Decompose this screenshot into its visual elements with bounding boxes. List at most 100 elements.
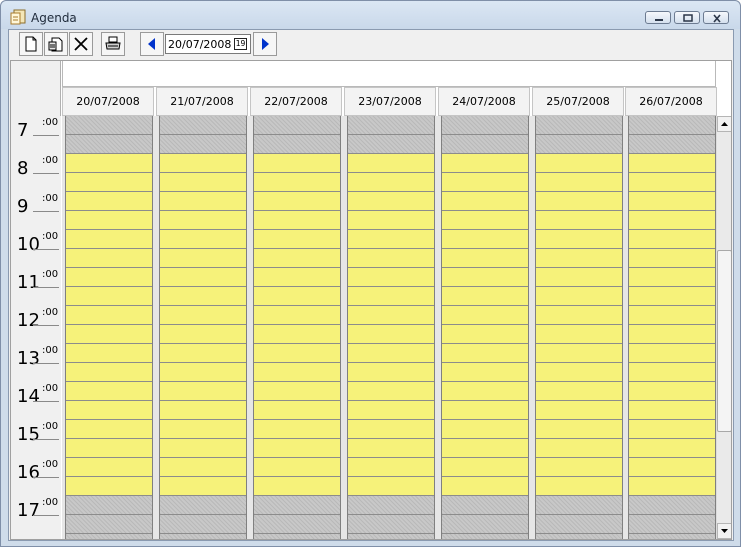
time-slot-off[interactable]	[160, 116, 246, 135]
time-slot-work[interactable]	[66, 192, 152, 211]
time-slot-work[interactable]	[348, 192, 434, 211]
time-slot-off[interactable]	[160, 534, 246, 539]
previous-week-button[interactable]	[140, 32, 164, 56]
time-slot-work[interactable]	[536, 344, 622, 363]
day-column[interactable]	[253, 116, 341, 539]
time-slot-work[interactable]	[536, 458, 622, 477]
time-slot-work[interactable]	[536, 173, 622, 192]
day-column[interactable]	[347, 116, 435, 539]
time-slot-work[interactable]	[160, 249, 246, 268]
time-slot-off[interactable]	[348, 515, 434, 534]
time-slot-work[interactable]	[348, 477, 434, 496]
time-slot-work[interactable]	[66, 154, 152, 173]
time-slot-off[interactable]	[629, 135, 715, 154]
time-slot-off[interactable]	[536, 496, 622, 515]
time-slot-off[interactable]	[348, 496, 434, 515]
day-header[interactable]: 24/07/2008	[438, 87, 530, 116]
time-slot-off[interactable]	[254, 116, 340, 135]
time-slot-work[interactable]	[536, 363, 622, 382]
time-slot-work[interactable]	[442, 287, 528, 306]
maximize-button[interactable]	[674, 11, 700, 24]
time-slot-work[interactable]	[629, 230, 715, 249]
next-week-button[interactable]	[253, 32, 277, 56]
day-header[interactable]: 21/07/2008	[156, 87, 248, 116]
time-slot-work[interactable]	[442, 363, 528, 382]
time-slot-work[interactable]	[536, 192, 622, 211]
time-slot-work[interactable]	[66, 268, 152, 287]
time-slot-off[interactable]	[629, 116, 715, 135]
time-slot-work[interactable]	[629, 458, 715, 477]
time-slot-work[interactable]	[629, 173, 715, 192]
day-header[interactable]: 23/07/2008	[344, 87, 436, 116]
calendar-icon[interactable]: 19	[234, 38, 247, 50]
time-slot-work[interactable]	[442, 306, 528, 325]
day-column[interactable]	[441, 116, 529, 539]
scroll-thumb[interactable]	[717, 250, 731, 432]
time-slot-work[interactable]	[629, 154, 715, 173]
day-column[interactable]	[159, 116, 247, 539]
time-slot-off[interactable]	[66, 116, 152, 135]
time-slot-work[interactable]	[66, 401, 152, 420]
new-appointment-button[interactable]	[19, 32, 43, 56]
time-slot-work[interactable]	[348, 230, 434, 249]
time-slot-work[interactable]	[66, 439, 152, 458]
time-slot-work[interactable]	[160, 458, 246, 477]
time-slot-work[interactable]	[160, 154, 246, 173]
time-slot-work[interactable]	[629, 363, 715, 382]
time-slot-off[interactable]	[160, 135, 246, 154]
time-slot-work[interactable]	[254, 268, 340, 287]
time-slot-work[interactable]	[254, 420, 340, 439]
time-slot-work[interactable]	[254, 154, 340, 173]
time-slot-work[interactable]	[348, 249, 434, 268]
edit-appointment-button[interactable]	[44, 32, 68, 56]
day-header[interactable]: 20/07/2008	[62, 87, 154, 116]
time-slot-work[interactable]	[442, 154, 528, 173]
time-slot-off[interactable]	[254, 496, 340, 515]
time-slot-work[interactable]	[348, 458, 434, 477]
time-slot-work[interactable]	[348, 325, 434, 344]
time-slot-work[interactable]	[254, 306, 340, 325]
time-slot-work[interactable]	[66, 249, 152, 268]
time-slot-work[interactable]	[160, 192, 246, 211]
time-slot-work[interactable]	[254, 211, 340, 230]
time-slot-work[interactable]	[442, 382, 528, 401]
time-slot-work[interactable]	[348, 363, 434, 382]
day-column[interactable]	[65, 116, 153, 539]
scroll-up-button[interactable]	[717, 116, 731, 132]
date-value[interactable]: 20/07/2008	[168, 36, 231, 54]
time-slot-off[interactable]	[442, 534, 528, 539]
time-slot-work[interactable]	[536, 249, 622, 268]
date-picker[interactable]: 20/07/2008 19	[165, 34, 251, 54]
time-slot-work[interactable]	[629, 287, 715, 306]
time-slot-work[interactable]	[66, 211, 152, 230]
time-slot-work[interactable]	[629, 382, 715, 401]
time-slot-work[interactable]	[254, 173, 340, 192]
time-slot-work[interactable]	[66, 230, 152, 249]
time-slot-work[interactable]	[66, 287, 152, 306]
time-slot-work[interactable]	[160, 173, 246, 192]
time-slot-off[interactable]	[66, 135, 152, 154]
time-slot-work[interactable]	[536, 154, 622, 173]
time-slot-off[interactable]	[536, 515, 622, 534]
time-slot-off[interactable]	[442, 135, 528, 154]
time-slot-work[interactable]	[442, 458, 528, 477]
time-slot-work[interactable]	[629, 192, 715, 211]
time-slot-off[interactable]	[254, 534, 340, 539]
time-slot-work[interactable]	[348, 287, 434, 306]
time-slot-work[interactable]	[536, 382, 622, 401]
time-slot-work[interactable]	[536, 420, 622, 439]
time-slot-off[interactable]	[254, 135, 340, 154]
day-header[interactable]: 22/07/2008	[250, 87, 342, 116]
time-slot-work[interactable]	[254, 477, 340, 496]
time-slot-work[interactable]	[160, 382, 246, 401]
time-slot-off[interactable]	[348, 135, 434, 154]
time-slot-work[interactable]	[160, 211, 246, 230]
time-slot-work[interactable]	[348, 420, 434, 439]
time-slot-off[interactable]	[160, 496, 246, 515]
time-slot-work[interactable]	[629, 401, 715, 420]
time-slot-work[interactable]	[66, 420, 152, 439]
time-slot-work[interactable]	[66, 325, 152, 344]
time-slot-off[interactable]	[66, 534, 152, 539]
time-slot-work[interactable]	[254, 344, 340, 363]
time-slot-work[interactable]	[629, 344, 715, 363]
